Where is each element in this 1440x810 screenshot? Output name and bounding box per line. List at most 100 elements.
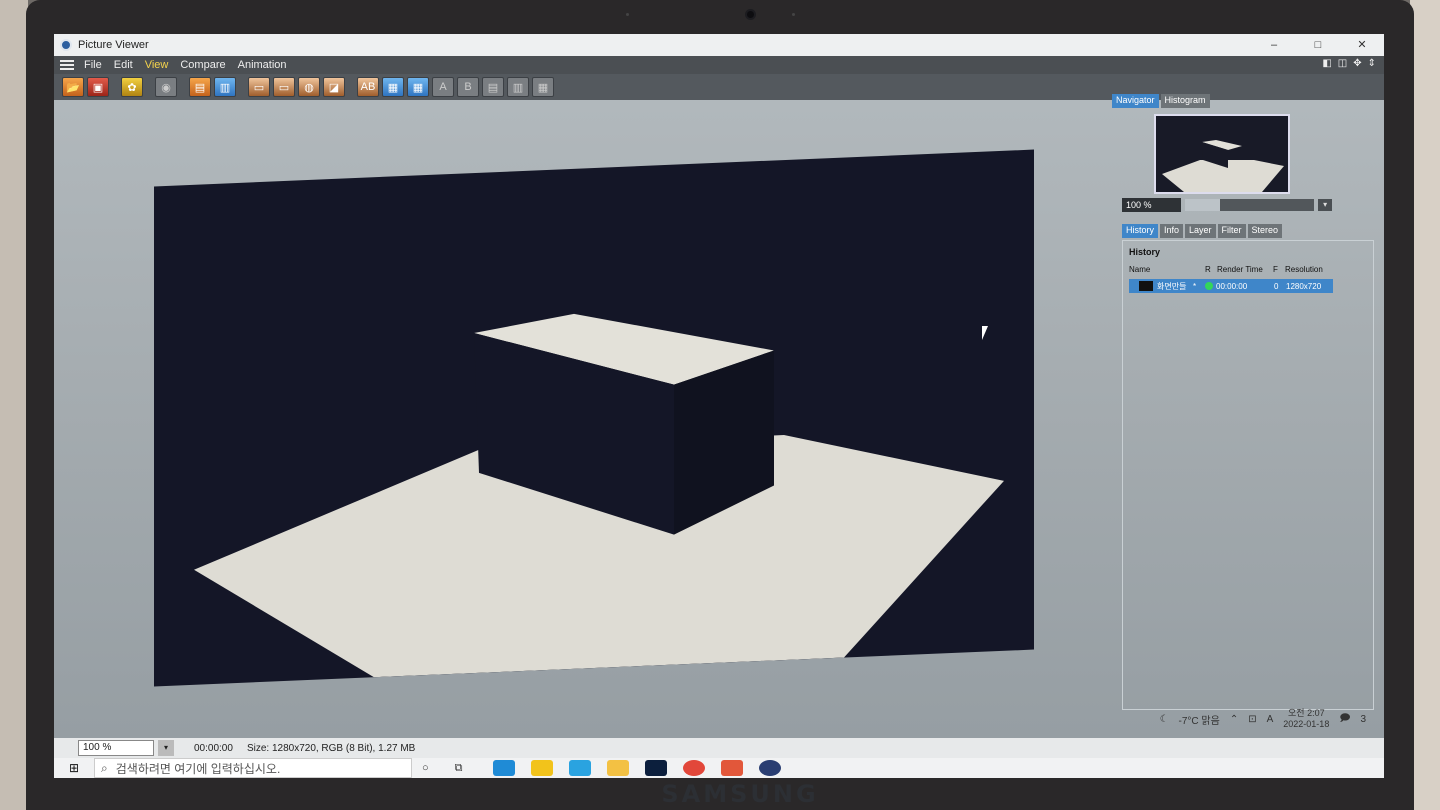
laptop: Picture Viewer – □ ✕ File Edit View Comp… <box>0 0 1440 810</box>
sticky-app-icon[interactable] <box>530 760 553 776</box>
notification-count: 3 <box>1360 713 1366 725</box>
menu-edit[interactable]: Edit <box>114 59 133 71</box>
tab-history[interactable]: History <box>1122 224 1159 238</box>
screen: Picture Viewer – □ ✕ File Edit View Comp… <box>54 34 1384 778</box>
save-icon[interactable]: ▣ <box>87 77 109 97</box>
open-file-icon[interactable]: 📂 <box>62 77 84 97</box>
navigator-preview <box>1162 140 1284 192</box>
right-background <box>1410 0 1440 810</box>
frame-two-icon[interactable]: ▭ <box>273 77 295 97</box>
history-name: 화면만들 <box>1157 281 1187 291</box>
show-b-icon[interactable]: B <box>457 77 479 97</box>
photoshop-icon[interactable] <box>644 760 667 776</box>
render-icon[interactable]: ✿ <box>121 77 143 97</box>
col-resolution: Resolution <box>1285 265 1323 274</box>
menu-file[interactable]: File <box>84 59 102 71</box>
menu-view[interactable]: View <box>145 59 169 71</box>
tray-chevron-icon[interactable]: ⌃ <box>1230 714 1238 725</box>
task-view-icon[interactable]: ⧉ <box>455 762 463 775</box>
frame-three-icon[interactable]: ◍ <box>298 77 320 97</box>
zoom-controls: 100 % ▾ <box>1122 198 1332 212</box>
panel-bottom-tabs: History Info Layer Filter Stereo <box>1122 224 1283 238</box>
hamburger-icon[interactable] <box>60 60 74 70</box>
office-icon[interactable] <box>720 760 743 776</box>
split-grid-icon[interactable]: ▦ <box>532 77 554 97</box>
tab-filter[interactable]: Filter <box>1217 224 1246 238</box>
close-button[interactable]: ✕ <box>1340 34 1384 56</box>
sensor-dot <box>792 13 795 16</box>
menu-bar: File Edit View Compare Animation <box>54 56 1384 74</box>
col-f: F <box>1273 265 1278 274</box>
status-info: Size: 1280x720, RGB (8 Bit), 1.27 MB <box>246 742 416 754</box>
split-vertical-icon[interactable]: ▥ <box>507 77 529 97</box>
system-tray: ☾ -7°C 맑음 ⌃ ⊡ A 오전 2:07 2022-01-18 🗩 3 <box>1160 708 1366 730</box>
maximize-button[interactable]: □ <box>1296 34 1340 56</box>
layer-list-icon[interactable]: ▥ <box>214 77 236 97</box>
zoom-dropdown-icon[interactable]: ▾ <box>1318 199 1332 211</box>
split-horizontal-icon[interactable]: ▤ <box>482 77 504 97</box>
weather-text[interactable]: -7°C 맑음 <box>1179 712 1220 727</box>
layout-icons: ◧ ◫ ✥ ⇕ <box>1322 58 1376 69</box>
status-zoom-field[interactable]: 100 % <box>78 740 154 756</box>
cortana-icon[interactable]: ○ <box>422 762 429 774</box>
history-panel: History Name R Render Time F Resolution … <box>1122 240 1374 710</box>
webcam <box>745 9 756 20</box>
col-name: Name <box>1129 265 1151 274</box>
image-viewport[interactable] <box>54 100 1104 738</box>
frame-four-icon[interactable]: ◪ <box>323 77 345 97</box>
clock-date: 2022-01-18 <box>1283 719 1330 729</box>
history-f: 0 <box>1274 281 1279 291</box>
taskbar: ⊞ ⌕ 검색하려면 여기에 입력하십시오. ○ ⧉ ☾ -7°C 맑음 ⌃ ⊡ … <box>54 708 1384 778</box>
chrome-icon[interactable] <box>682 760 705 776</box>
menu-animation[interactable]: Animation <box>238 59 287 71</box>
col-render-time: Render Time <box>1217 265 1263 274</box>
input-language[interactable]: A <box>1267 714 1274 725</box>
panel-zoom-value[interactable]: 100 % <box>1122 198 1182 212</box>
cinema4d-icon[interactable] <box>758 760 781 776</box>
network-icon[interactable]: ⊡ <box>1248 714 1256 725</box>
history-thumbnail <box>1139 281 1153 291</box>
search-icon: ⌕ <box>101 760 108 775</box>
notification-icon[interactable]: 🗩 <box>1339 711 1350 728</box>
search-placeholder: 검색하려면 여기에 입력하십시오. <box>115 761 281 776</box>
sensor-dot <box>626 13 629 16</box>
window-controls: – □ ✕ <box>1252 34 1384 56</box>
layout-icon[interactable]: ◧ <box>1322 58 1331 69</box>
move-icon[interactable]: ✥ <box>1353 58 1361 69</box>
laptop-brand-logo: SAMSUNG <box>661 780 819 808</box>
ie-icon[interactable] <box>568 760 591 776</box>
panel-icon[interactable]: ◫ <box>1338 58 1347 69</box>
minimize-button[interactable]: – <box>1252 34 1296 56</box>
stop-icon[interactable]: ◉ <box>155 77 177 97</box>
split-view-icon[interactable]: ▦ <box>382 77 404 97</box>
status-zoom-dropdown-icon[interactable]: ▾ <box>158 740 174 756</box>
tab-histogram[interactable]: Histogram <box>1160 94 1210 108</box>
rendered-image <box>154 149 1034 687</box>
windows-start-icon[interactable]: ⊞ <box>54 761 94 775</box>
tab-layer[interactable]: Layer <box>1185 224 1216 238</box>
tab-navigator[interactable]: Navigator <box>1112 94 1159 108</box>
layer-icon[interactable]: ▤ <box>189 77 211 97</box>
col-r: R <box>1205 265 1211 274</box>
history-header: Name R Render Time F Resolution <box>1129 265 1333 277</box>
mouse-cursor <box>982 326 988 340</box>
status-dot-icon <box>1205 282 1213 290</box>
history-title: History <box>1129 247 1161 257</box>
left-background <box>0 0 28 810</box>
clock[interactable]: 오전 2:07 2022-01-18 <box>1283 708 1329 730</box>
navigator-thumbnail[interactable] <box>1154 114 1290 194</box>
history-row[interactable]: 화면만들 * 00:00:00 0 1280x720 <box>1129 279 1333 293</box>
menu-compare[interactable]: Compare <box>180 59 225 71</box>
frame-one-icon[interactable]: ▭ <box>248 77 270 97</box>
show-a-icon[interactable]: A <box>432 77 454 97</box>
edge-icon[interactable] <box>492 760 515 776</box>
file-explorer-icon[interactable] <box>606 760 629 776</box>
tab-stereo[interactable]: Stereo <box>1247 224 1283 238</box>
split-view-two-icon[interactable]: ▦ <box>407 77 429 97</box>
side-panel: Navigator Histogram 100 % ▾ History Info… <box>1112 94 1380 714</box>
pin-icon[interactable]: ⇕ <box>1368 58 1376 69</box>
tab-info[interactable]: Info <box>1160 224 1184 238</box>
taskbar-search[interactable]: ⌕ 검색하려면 여기에 입력하십시오. <box>94 758 412 778</box>
compare-ab-icon[interactable]: AB <box>357 77 379 97</box>
zoom-slider[interactable] <box>1185 199 1315 211</box>
